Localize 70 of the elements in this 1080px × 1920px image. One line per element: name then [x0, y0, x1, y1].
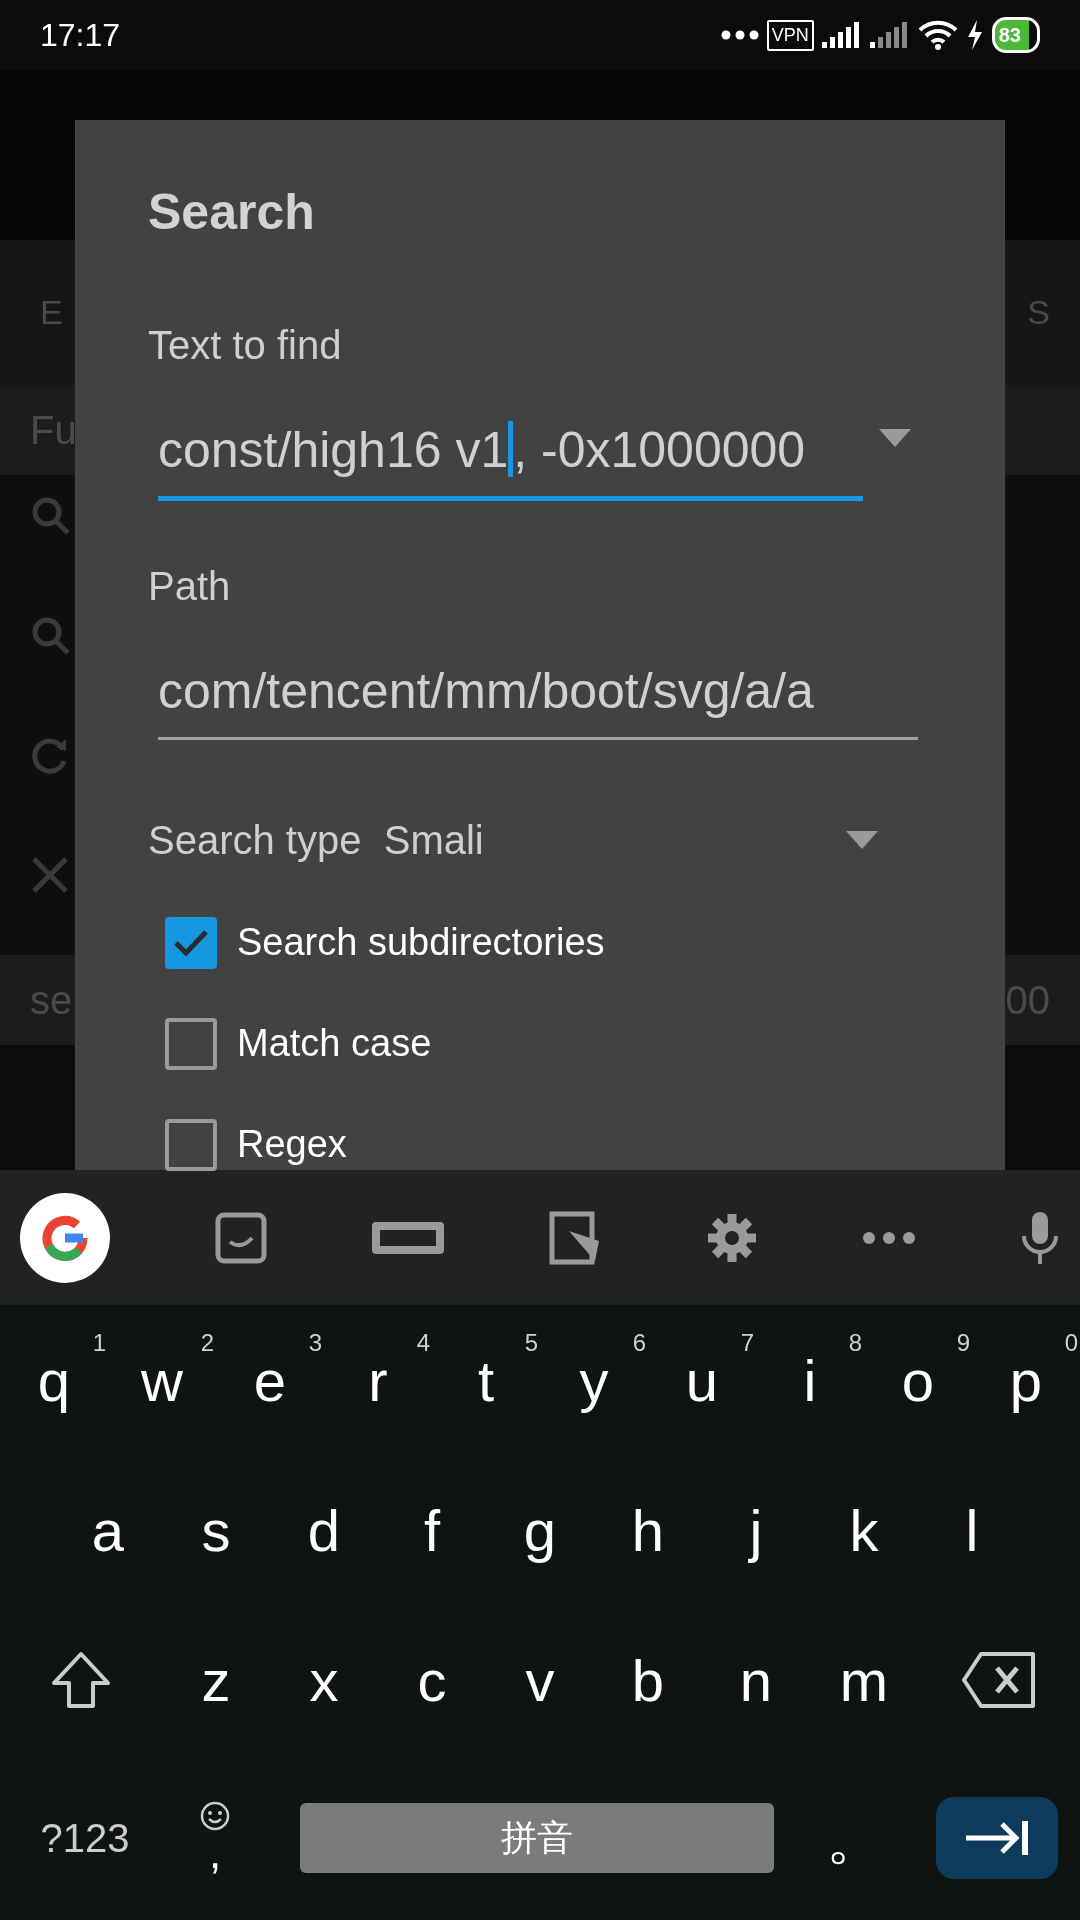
letter-key[interactable]: f — [378, 1455, 486, 1605]
letter-key[interactable]: u 7 — [648, 1305, 756, 1455]
dropdown-arrow-icon[interactable] — [879, 429, 911, 447]
letter-key[interactable]: p 0 — [972, 1305, 1080, 1455]
key-hint: 0 — [1064, 1328, 1078, 1358]
letter-key[interactable]: b — [594, 1605, 702, 1755]
path-field[interactable]: com/tencent/mm/boot/svg/a/a — [158, 646, 918, 740]
checkbox-label[interactable]: Match case — [237, 1015, 432, 1072]
letter-key[interactable]: q 1 — [0, 1305, 108, 1455]
key-hint: 2 — [200, 1328, 214, 1358]
period-key[interactable]: 。 — [780, 1762, 930, 1913]
letter-key[interactable]: z — [162, 1605, 270, 1755]
letter-key[interactable]: v — [486, 1605, 594, 1755]
checkbox-label[interactable]: Search subdirectories — [237, 914, 605, 971]
clipboard-icon[interactable] — [549, 1210, 601, 1265]
comma-key[interactable]: , — [170, 1762, 260, 1913]
more-icon — [720, 30, 759, 40]
letter-key[interactable]: t 5 — [432, 1305, 540, 1455]
letter-key[interactable]: c — [378, 1605, 486, 1755]
dropdown-arrow-icon[interactable] — [846, 831, 878, 849]
letter-key[interactable]: e 3 — [216, 1305, 324, 1455]
key-hint: 7 — [740, 1328, 754, 1358]
more-icon[interactable] — [863, 1231, 915, 1244]
key-hint: 3 — [308, 1328, 322, 1358]
letter-key[interactable]: g — [486, 1455, 594, 1605]
signal-icon — [821, 22, 862, 48]
checkbox[interactable] — [165, 1017, 217, 1070]
enter-key[interactable] — [936, 1796, 1058, 1879]
dialog-title: Search — [148, 183, 316, 242]
letter-key[interactable]: l — [918, 1455, 1026, 1605]
letter-key[interactable]: r 4 — [324, 1305, 432, 1455]
key-hint: 6 — [632, 1328, 646, 1358]
checkbox-label[interactable]: Regex — [237, 1116, 347, 1173]
field-label: Text to find — [148, 322, 343, 369]
letter-key[interactable]: w 2 — [108, 1305, 216, 1455]
battery-level: 83 — [991, 17, 1040, 53]
field-label: Path — [148, 563, 232, 610]
letter-key[interactable]: j — [702, 1455, 810, 1605]
microphone-icon[interactable] — [1020, 1209, 1060, 1266]
signal-icon — [869, 22, 910, 48]
letter-key[interactable]: o 9 — [864, 1305, 972, 1455]
space-key[interactable]: 拼音 — [300, 1802, 774, 1873]
wifi-icon — [917, 20, 958, 50]
key-hint: 4 — [416, 1328, 430, 1358]
search-type-dropdown[interactable]: Search type Smali — [148, 810, 878, 870]
letter-key[interactable]: m — [810, 1605, 918, 1755]
letter-key[interactable]: i 8 — [756, 1305, 864, 1455]
vpn-indicator: VPN — [766, 19, 814, 51]
letter-key[interactable]: d — [270, 1455, 378, 1605]
text-field[interactable]: const/high16 v1, -0x1000000 — [158, 405, 863, 501]
letter-key[interactable]: x — [270, 1605, 378, 1755]
backspace-icon — [961, 1651, 1037, 1709]
checkbox[interactable] — [165, 916, 217, 969]
symbols-key[interactable]: ?123 — [20, 1762, 150, 1913]
letter-key[interactable]: h — [594, 1455, 702, 1605]
key-hint: 9 — [956, 1328, 970, 1358]
letter-key[interactable]: n — [702, 1605, 810, 1755]
letter-key[interactable]: k — [810, 1455, 918, 1605]
charging-icon — [965, 20, 984, 50]
letter-key[interactable]: y 6 — [540, 1305, 648, 1455]
clock-time: 17:17 — [40, 16, 121, 55]
letter-key[interactable]: a — [54, 1455, 162, 1605]
key-hint: 1 — [92, 1328, 106, 1358]
letter-key[interactable]: s — [162, 1455, 270, 1605]
key-hint: 5 — [524, 1328, 538, 1358]
emoji-icon — [200, 1800, 230, 1831]
shift-icon — [51, 1651, 111, 1709]
sticker-icon[interactable] — [215, 1211, 267, 1264]
settings-icon[interactable] — [706, 1211, 758, 1264]
key-hint: 8 — [848, 1328, 862, 1358]
